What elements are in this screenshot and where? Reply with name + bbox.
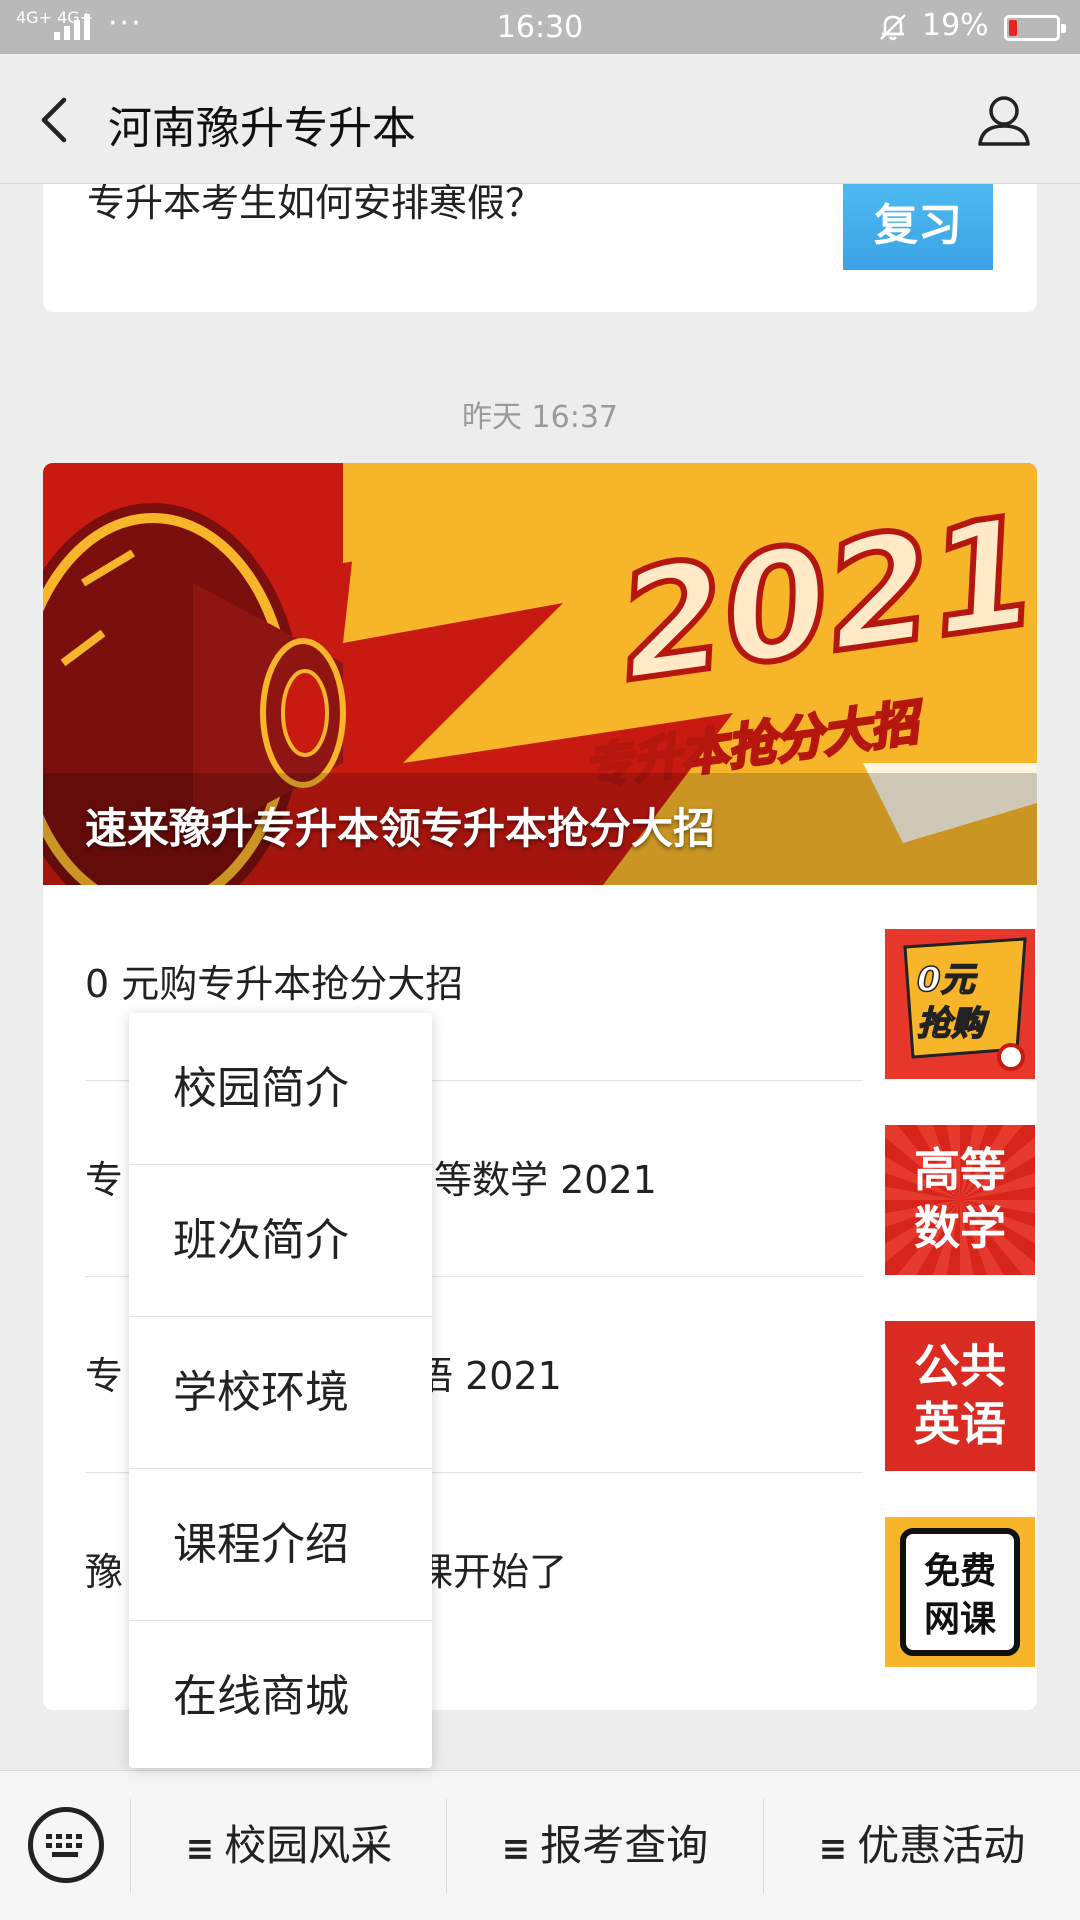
tab-campus-style[interactable]: ≡ 校园风采 — [131, 1771, 447, 1920]
status-bar: 4G+ 4G+ ··· 16:30 19% — [0, 0, 1080, 54]
thumb-text-line1: 免费 — [924, 1551, 996, 1592]
battery-percent: 19% — [922, 8, 989, 43]
thumb-text-line2: 数学 — [914, 1201, 1006, 1255]
keyboard-icon[interactable] — [28, 1807, 104, 1883]
article-thumbnail: 免费 网课 — [885, 1517, 1035, 1667]
menu-item-campus-intro[interactable]: 校园简介 — [129, 1013, 432, 1165]
profile-icon[interactable] — [976, 92, 1032, 148]
back-arrow-icon[interactable] — [34, 94, 74, 146]
tab-exam-query[interactable]: ≡ 报考查询 — [447, 1771, 763, 1920]
message-timestamp: 昨天 16:37 — [462, 400, 618, 435]
tab-label: 校园风采 — [224, 1821, 393, 1870]
title-bar: 河南豫升专升本 — [0, 54, 1080, 184]
thumb-text-line2: 英语 — [914, 1397, 1006, 1451]
article-title: 0 元购专升本抢分大招 — [85, 962, 464, 1006]
banner-article[interactable]: 2021 专升本抢分大招 速来豫升专升本领专升本抢分大招 — [43, 463, 1037, 885]
menu-icon: ≡ — [185, 1829, 215, 1869]
thumb-text-line2: 网课 — [924, 1599, 996, 1640]
clock: 16:30 — [496, 10, 584, 45]
menu-item-school-environment[interactable]: 学校环境 — [129, 1317, 432, 1469]
menu-item-course-intro[interactable]: 课程介绍 — [129, 1469, 432, 1621]
bottom-menu-bar: ≡ 校园风采 ≡ 报考查询 ≡ 优惠活动 — [0, 1770, 1080, 1920]
tab-promotions[interactable]: ≡ 优惠活动 — [764, 1771, 1080, 1920]
article-thumbnail: 0元 抢购 — [885, 929, 1035, 1079]
thumb-text-line1: 公共 — [914, 1339, 1006, 1393]
article-thumbnail: 公共 英语 — [885, 1321, 1035, 1471]
article-thumbnail: 高等 数学 — [885, 1125, 1035, 1275]
thumb-text-line1: 0元 — [917, 960, 978, 1000]
menu-item-online-store[interactable]: 在线商城 — [129, 1621, 432, 1773]
popup-menu: 校园简介 班次简介 学校环境 课程介绍 在线商城 — [129, 1013, 432, 1768]
bell-muted-icon — [880, 14, 906, 41]
menu-icon: ≡ — [818, 1829, 848, 1869]
tab-label: 报考查询 — [540, 1821, 709, 1870]
banner-caption: 速来豫升专升本领专升本抢分大招 — [85, 804, 716, 853]
tab-label: 优惠活动 — [857, 1821, 1026, 1870]
page-title: 河南豫升专升本 — [108, 103, 416, 154]
menu-icon: ≡ — [501, 1829, 531, 1869]
menu-item-class-intro[interactable]: 班次简介 — [129, 1165, 432, 1317]
thumb-text-line1: 高等 — [914, 1143, 1006, 1197]
thumb-text-line2: 抢购 — [917, 1004, 990, 1044]
battery-icon — [1004, 15, 1066, 41]
